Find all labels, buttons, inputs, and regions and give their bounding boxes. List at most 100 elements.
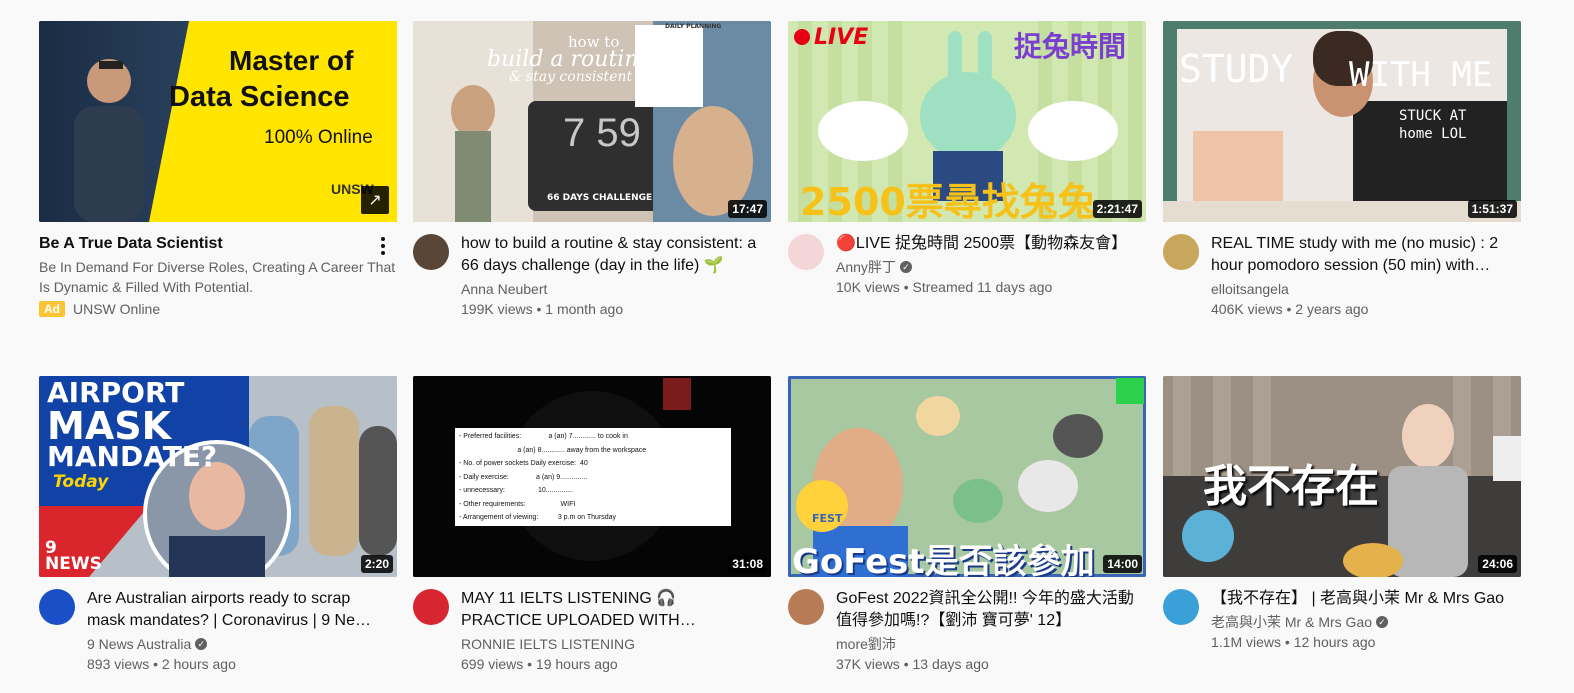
ad-details: Be A True Data Scientist Be In Demand Fo… xyxy=(39,233,397,317)
video-title[interactable]: MAY 11 IELTS LISTENING 🎧 PRACTICE UPLOAD… xyxy=(461,588,761,632)
ad-card[interactable]: Master of Data Science 100% Online UNSW … xyxy=(39,21,397,331)
channel-name[interactable]: Anny胖丁 ✓ xyxy=(836,257,1136,277)
video-thumbnail[interactable]: 我不存在 24:06 xyxy=(1163,376,1521,577)
video-card[interactable]: LIVE 捉兔時間 2500票尋找兔兔 2:21:47 🔴LIVE 捉兔時間 2… xyxy=(788,21,1146,331)
pokemon-fest-badge: FEST xyxy=(812,512,843,525)
ad-advertiser-row: Ad UNSW Online xyxy=(39,301,397,317)
external-link-icon[interactable]: ↗ xyxy=(361,186,389,214)
thumb-text-left: STUDY xyxy=(1179,47,1294,91)
video-title[interactable]: REAL TIME study with me (no music) : 2 h… xyxy=(1211,233,1511,277)
video-details: GoFest 2022資訊全公開!! 今年的盛大活動值得參加嗎!?【劉沛 寶可夢… xyxy=(836,588,1136,674)
question-row: - unnecessary: 10.............. xyxy=(459,487,573,494)
thumb-side-text: DAILY PLANNING xyxy=(665,23,722,30)
channel-name-text: more劉沛 xyxy=(836,636,896,652)
channel-name[interactable]: elloitsangela xyxy=(1211,279,1511,299)
question-row: - Daily exercise: a (an) 9.............. xyxy=(459,473,588,481)
channel-name-text: elloitsangela xyxy=(1211,281,1289,297)
video-thumbnail[interactable]: STUDY WITH ME STUCK AT home LOL 1:51:37 xyxy=(1163,21,1521,222)
video-card[interactable]: 我不存在 24:06 【我不存在】 | 老高與小茉 Mr & Mrs Gao 老… xyxy=(1163,376,1521,686)
video-card[interactable]: STUDY WITH ME STUCK AT home LOL 1:51:37 … xyxy=(1163,21,1521,331)
channel-name-text: Anna Neubert xyxy=(461,281,548,297)
video-stats: 199K views • 1 month ago xyxy=(461,301,624,317)
video-duration: 17:47 xyxy=(728,200,767,218)
video-stats: 406K views • 2 years ago xyxy=(1211,301,1369,317)
channel-name-text: Anny胖丁 xyxy=(836,259,896,275)
video-details: 🔴LIVE 捉兔時間 2500票【動物森友會】 Anny胖丁 ✓ 10K view… xyxy=(836,233,1136,297)
channel-avatar[interactable] xyxy=(788,234,824,270)
thumb-text: 我不存在 xyxy=(1203,461,1379,512)
channel-name[interactable]: Anna Neubert xyxy=(461,279,761,299)
channel-avatar[interactable] xyxy=(413,234,449,270)
video-title[interactable]: 【我不存在】 | 老高與小茉 Mr & Mrs Gao xyxy=(1211,588,1511,610)
channel-avatar[interactable] xyxy=(413,589,449,625)
ad-description: Be In Demand For Diverse Roles, Creating… xyxy=(39,259,396,295)
verified-badge-icon: ✓ xyxy=(195,638,208,650)
question-row: - Arrangement of viewing: 3 p.m on Thurs… xyxy=(459,514,617,521)
live-label: LIVE xyxy=(814,25,869,50)
ielts-question-sheet: - Preferred facilities: a (an) 7........… xyxy=(459,430,731,525)
channel-avatar[interactable] xyxy=(1163,589,1199,625)
nine-news-logo: 9 NEWS xyxy=(45,538,102,574)
video-thumbnail[interactable]: AIRPORT MASK MANDATE? Today 9 NEWS 2:20 xyxy=(39,376,397,577)
video-duration: 14:00 xyxy=(1103,555,1142,573)
video-card[interactable]: FEST GoFest是否該參加 14:00 GoFest 2022資訊全公開!… xyxy=(788,376,1146,686)
video-details: Are Australian airports ready to scrap m… xyxy=(87,588,387,674)
question-row: a (an) 8............ away from the works… xyxy=(459,446,647,454)
video-details: 【我不存在】 | 老高與小茉 Mr & Mrs Gao 老高與小茉 Mr & M… xyxy=(1211,588,1511,652)
video-duration: 31:08 xyxy=(728,555,767,573)
channel-name[interactable]: more劉沛 xyxy=(836,634,1136,654)
video-card[interactable]: how to build a routine & stay consistent… xyxy=(413,21,771,331)
verified-badge-icon: ✓ xyxy=(1376,616,1389,628)
video-duration: 2:21:47 xyxy=(1092,200,1142,218)
video-details: how to build a routine & stay consistent… xyxy=(461,233,761,319)
thumb-note: STUCK AT home LOL xyxy=(1399,108,1467,142)
video-card[interactable]: - Preferred facilities: a (an) 7........… xyxy=(413,376,771,686)
question-row: - Other requirements: WIFI xyxy=(459,500,576,508)
channel-name-text: 老高與小茉 Mr & Mrs Gao xyxy=(1211,614,1373,630)
channel-name-text: 9 News Australia xyxy=(87,636,192,652)
ad-thumb-line1: Master of xyxy=(229,45,354,76)
video-thumbnail[interactable]: - Preferred facilities: a (an) 7........… xyxy=(413,376,771,577)
channel-avatar[interactable] xyxy=(788,589,824,625)
video-title[interactable]: how to build a routine & stay consistent… xyxy=(461,233,761,277)
thumb-text-bottom: 2500票尋找兔兔 xyxy=(800,180,1096,222)
channel-name-text: RONNIE IELTS LISTENING xyxy=(461,636,635,652)
video-title[interactable]: Are Australian airports ready to scrap m… xyxy=(87,588,387,632)
ad-thumb-line2: Data Science xyxy=(169,81,350,113)
video-duration: 2:20 xyxy=(360,555,393,573)
video-title[interactable]: GoFest 2022資訊全公開!! 今年的盛大活動值得參加嗎!?【劉沛 寶可夢… xyxy=(836,588,1136,632)
thumb-tag: Today xyxy=(53,472,109,492)
ad-thumb-line3: 100% Online xyxy=(264,127,373,148)
verified-badge-icon: ✓ xyxy=(899,261,912,273)
video-title[interactable]: 🔴LIVE 捉兔時間 2500票【動物森友會】 xyxy=(836,233,1136,255)
video-stats: 893 views • 2 hours ago xyxy=(87,656,236,672)
thumb-text-right: WITH ME xyxy=(1349,55,1493,95)
more-actions-icon[interactable] xyxy=(375,236,391,256)
thumb-text: GoFest是否該參加 xyxy=(792,542,1095,577)
video-thumbnail[interactable]: FEST GoFest是否該參加 14:00 xyxy=(788,376,1146,577)
channel-avatar[interactable] xyxy=(39,589,75,625)
ad-advertiser[interactable]: UNSW Online xyxy=(73,301,160,317)
thumb-text-line3: MANDATE? xyxy=(47,440,218,473)
channel-name[interactable]: RONNIE IELTS LISTENING xyxy=(461,634,761,654)
channel-name[interactable]: 老高與小茉 Mr & Mrs Gao ✓ xyxy=(1211,612,1511,632)
video-thumbnail[interactable]: how to build a routine & stay consistent… xyxy=(413,21,771,222)
thumb-clock: 7 59 xyxy=(563,111,641,155)
thumb-caption: 66 DAYS CHALLENGE xyxy=(547,193,653,203)
question-row: - Preferred facilities: a (an) 7........… xyxy=(459,433,628,440)
question-row: - No. of power sockets Daily exercise: 4… xyxy=(459,460,588,467)
thumb-text-top: 捉兔時間 xyxy=(1014,30,1127,63)
ad-badge: Ad xyxy=(39,301,65,317)
video-duration: 24:06 xyxy=(1478,555,1517,573)
video-details: MAY 11 IELTS LISTENING 🎧 PRACTICE UPLOAD… xyxy=(461,588,761,674)
thumb-text-sub: & stay consistent xyxy=(509,69,633,85)
video-card[interactable]: AIRPORT MASK MANDATE? Today 9 NEWS 2:20 … xyxy=(39,376,397,686)
video-stats: 1.1M views • 12 hours ago xyxy=(1211,634,1376,650)
channel-name[interactable]: 9 News Australia ✓ xyxy=(87,634,387,654)
ad-title[interactable]: Be A True Data Scientist xyxy=(39,233,397,255)
channel-avatar[interactable] xyxy=(1163,234,1199,270)
ad-thumbnail[interactable]: Master of Data Science 100% Online UNSW … xyxy=(39,21,397,222)
video-stats: 10K views • Streamed 11 days ago xyxy=(836,279,1053,295)
video-thumbnail[interactable]: LIVE 捉兔時間 2500票尋找兔兔 2:21:47 xyxy=(788,21,1146,222)
video-stats: 37K views • 13 days ago xyxy=(836,656,989,672)
